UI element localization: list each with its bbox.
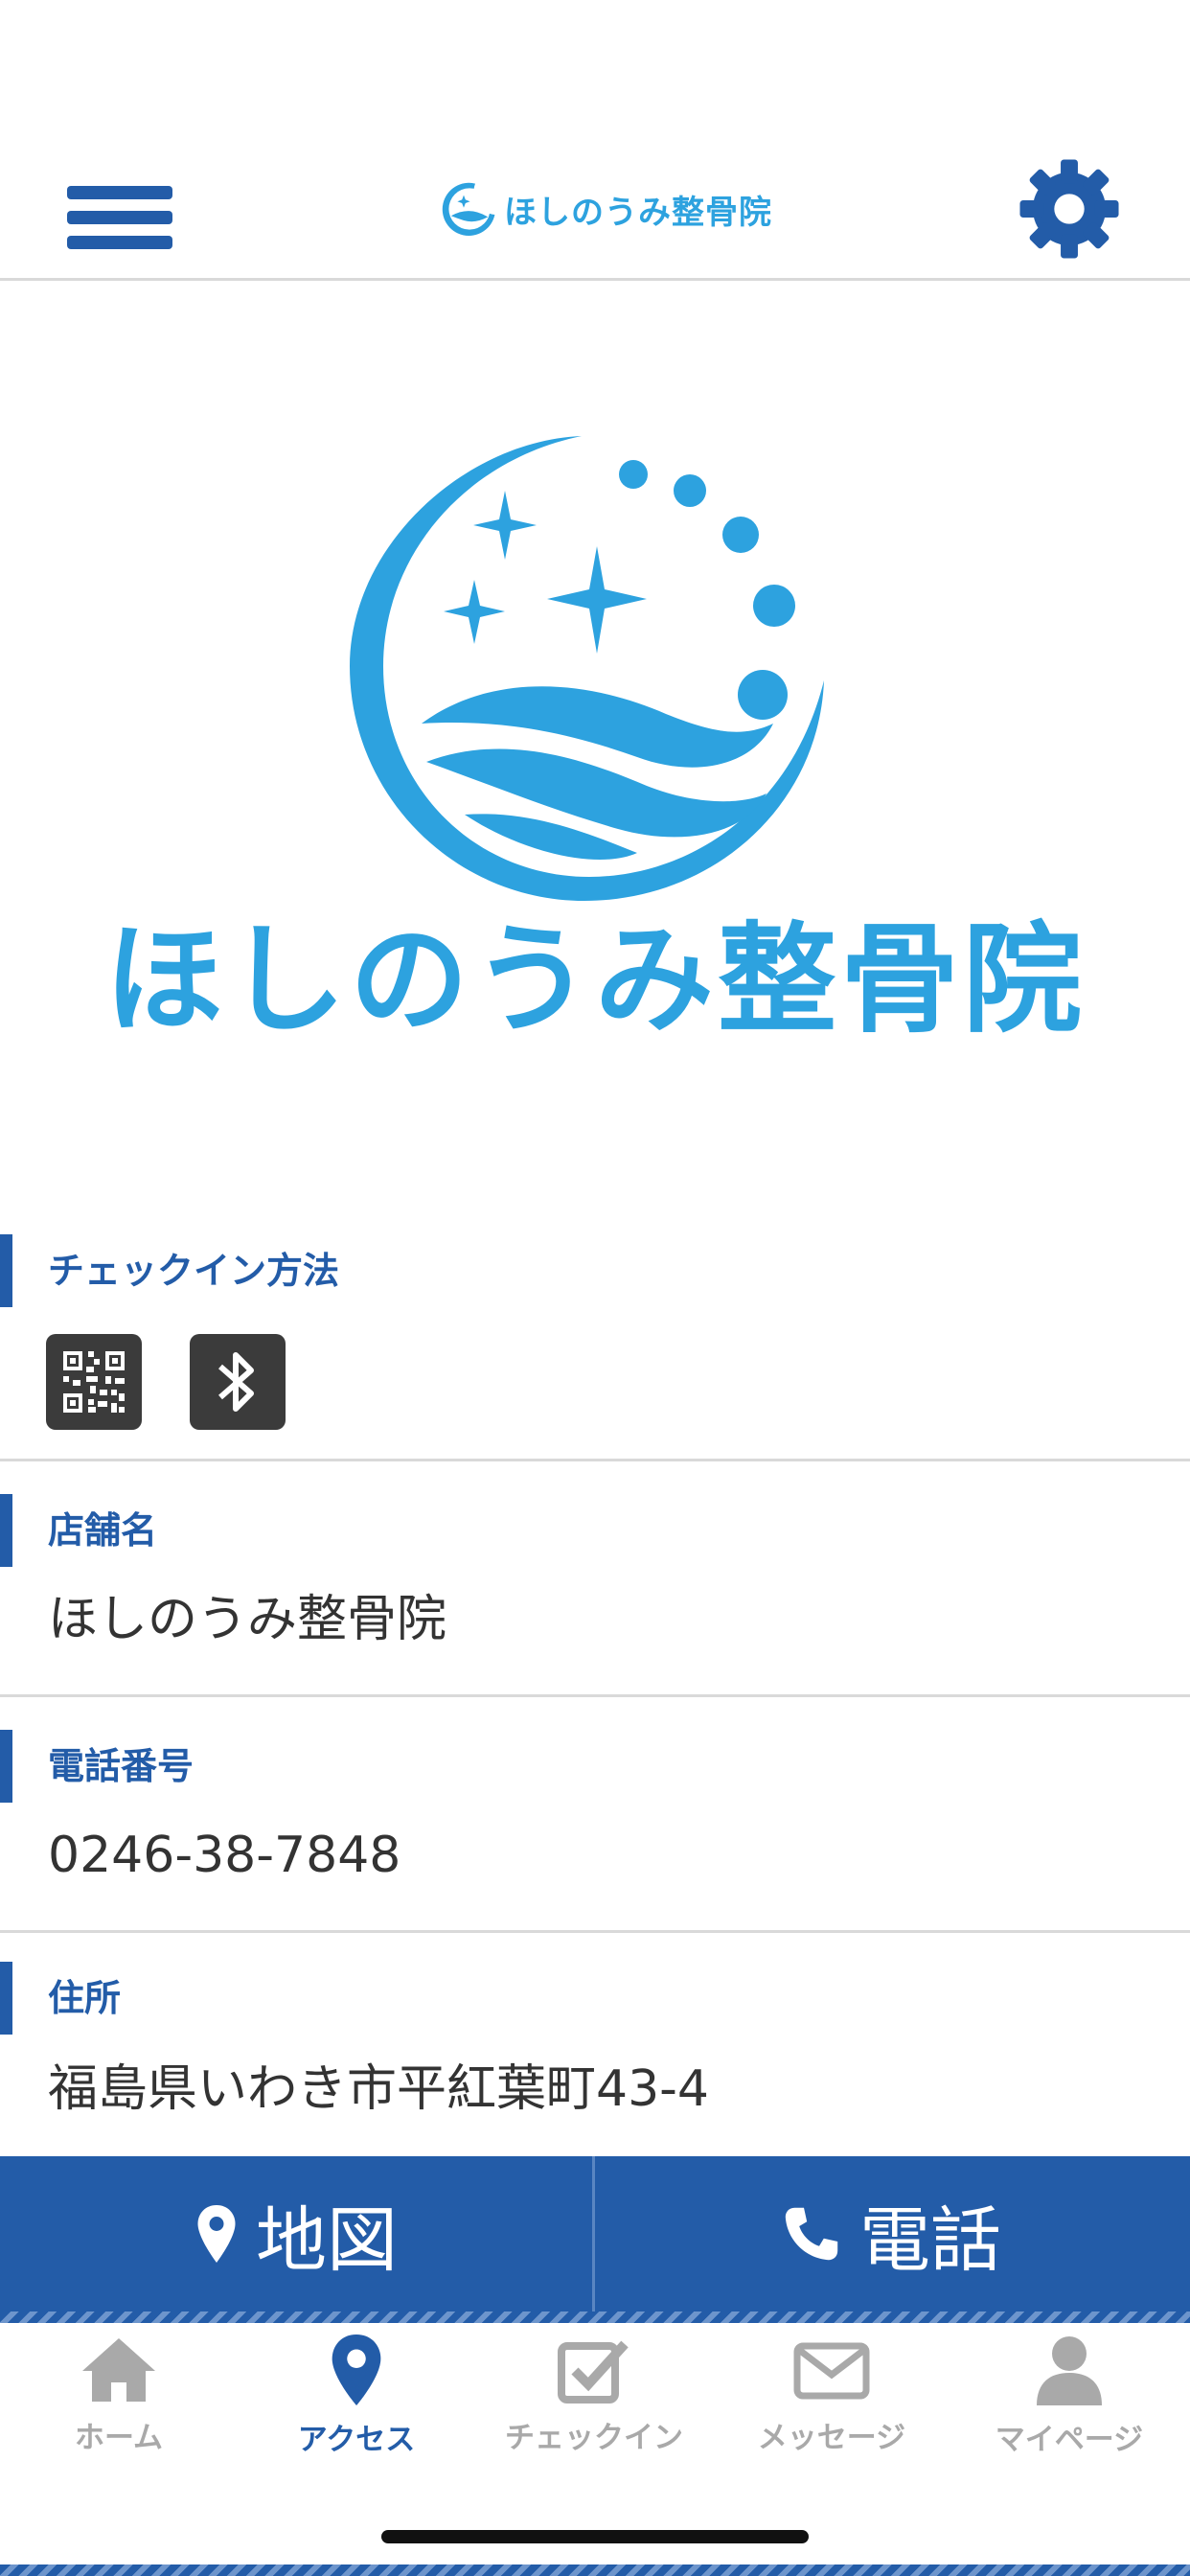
- map-pin-icon: [197, 2205, 236, 2263]
- home-indicator: [381, 2530, 809, 2543]
- phone-icon: [785, 2207, 838, 2261]
- gear-icon[interactable]: [1016, 155, 1123, 263]
- tab-label: メッセージ: [757, 2421, 906, 2455]
- store-name-value: ほしのうみ整骨院: [48, 1591, 447, 1648]
- logo-mark-icon: [350, 436, 824, 901]
- tab-messages[interactable]: メッセージ: [713, 2333, 950, 2486]
- bluetooth-icon: [190, 1334, 286, 1430]
- decorative-stripe: [0, 2564, 1190, 2576]
- hamburger-menu-icon[interactable]: [67, 165, 172, 257]
- address-section: 住所 福島県いわき市平紅葉町43-4: [0, 1933, 1190, 2156]
- tab-label: アクセス: [297, 2423, 416, 2457]
- header-logo-text: ほしのうみ整骨院: [504, 193, 772, 232]
- logo-mark-icon: [442, 182, 495, 236]
- call-button-label: 電話: [859, 2198, 1001, 2282]
- checkbox-icon: [558, 2340, 629, 2404]
- phone-number-value: 0246-38-7848: [48, 1827, 401, 1884]
- tab-label: ホーム: [74, 2421, 164, 2455]
- section-label: チェックイン方法: [48, 1250, 340, 1292]
- envelope-icon: [793, 2342, 870, 2400]
- tab-access[interactable]: アクセス: [238, 2333, 475, 2486]
- address-value: 福島県いわき市平紅葉町43-4: [48, 2060, 710, 2118]
- section-label: 店舗名: [48, 1509, 158, 1552]
- phone-section: 電話番号 0246-38-7848: [0, 1697, 1190, 1933]
- map-pin-icon: [332, 2334, 381, 2406]
- store-name-section: 店舗名 ほしのうみ整骨院: [0, 1461, 1190, 1697]
- tab-label: チェックイン: [505, 2421, 683, 2455]
- section-accent-bar: [0, 1234, 12, 1307]
- tab-label: マイページ: [995, 2423, 1144, 2457]
- app-header: ほしのうみ整骨院: [0, 144, 1190, 281]
- section-accent-bar: [0, 1730, 12, 1803]
- section-label: 電話番号: [48, 1745, 195, 1787]
- tab-checkin[interactable]: チェックイン: [475, 2333, 713, 2486]
- section-accent-bar: [0, 1962, 12, 2035]
- map-button[interactable]: 地図: [0, 2156, 592, 2312]
- section-accent-bar: [0, 1494, 12, 1567]
- decorative-stripe: [0, 2312, 1190, 2323]
- tab-mypage[interactable]: マイページ: [950, 2333, 1188, 2486]
- tab-home[interactable]: ホーム: [0, 2333, 238, 2486]
- header-logo: ほしのうみ整骨院: [441, 178, 772, 240]
- qr-code-icon: [46, 1334, 142, 1430]
- clinic-logo-hero: ほしのうみ整骨院: [0, 383, 1190, 1073]
- clinic-name-logo-text: ほしのうみ整骨院: [103, 911, 1086, 1049]
- section-label: 住所: [48, 1977, 122, 2019]
- checkin-method-section: チェックイン方法: [0, 1229, 1190, 1461]
- call-button[interactable]: 電話: [592, 2156, 1187, 2312]
- action-bar: 地図 電話: [0, 2156, 1190, 2312]
- home-icon: [82, 2338, 155, 2402]
- map-button-label: 地図: [256, 2198, 398, 2282]
- person-icon: [1037, 2336, 1102, 2405]
